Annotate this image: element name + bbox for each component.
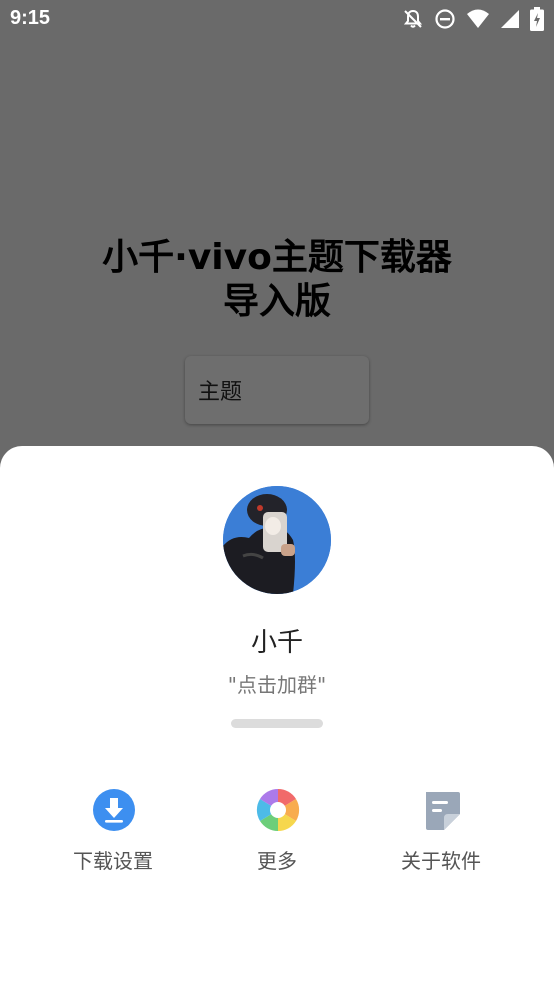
- more-label: 更多: [257, 849, 297, 873]
- cellular-signal-icon: [500, 8, 520, 30]
- page-title-line2: 导入版: [222, 281, 331, 322]
- page-title-line1: 小千·vivo主题下载器: [102, 237, 452, 278]
- about-software-label: 关于软件: [401, 849, 481, 873]
- theme-button[interactable]: 主题: [185, 356, 369, 424]
- download-icon: [92, 788, 136, 832]
- download-settings-button[interactable]: 下载设置: [43, 786, 183, 886]
- do-not-disturb-icon: [434, 8, 456, 30]
- page-title: 小千·vivo主题下载器 导入版: [0, 236, 554, 324]
- status-icons: [402, 7, 544, 31]
- about-software-button[interactable]: 关于软件: [371, 786, 511, 886]
- download-settings-label: 下载设置: [73, 849, 153, 873]
- join-group-link[interactable]: "点击加群": [0, 669, 554, 698]
- theme-button-label: 主题: [198, 380, 243, 405]
- status-time: 9:15: [10, 7, 51, 29]
- profile-name: 小千: [250, 628, 303, 658]
- drag-handle[interactable]: [231, 719, 323, 728]
- bottom-sheet: 小千 "点击加群" 下载设置 更多 关于软件: [0, 446, 554, 985]
- more-button[interactable]: 更多: [207, 786, 347, 886]
- document-icon: [420, 788, 464, 832]
- battery-charging-icon: [530, 7, 544, 31]
- wifi-icon: [466, 8, 490, 30]
- notifications-off-icon: [402, 8, 424, 30]
- status-bar: 9:15: [0, 0, 554, 38]
- avatar[interactable]: [223, 486, 331, 594]
- pinwheel-icon: [256, 788, 300, 832]
